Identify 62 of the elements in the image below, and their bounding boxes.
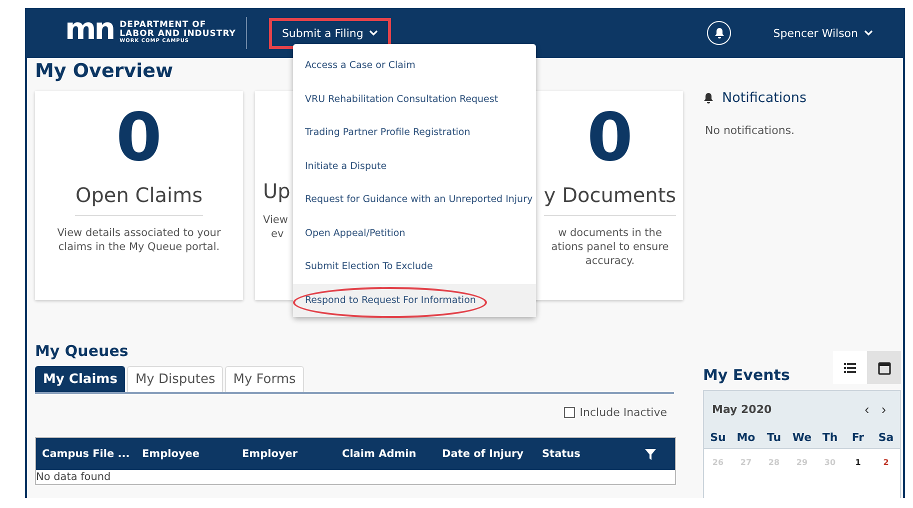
menu-item[interactable]: Initiate a Dispute bbox=[293, 150, 536, 183]
calendar-day[interactable]: 1 bbox=[844, 449, 872, 476]
column-header: Date of Injury bbox=[442, 448, 525, 460]
card-description: ations panel to ensure bbox=[551, 240, 669, 254]
menu-item[interactable]: Respond to Request For Information bbox=[293, 284, 536, 317]
column-header: Claim Admin bbox=[342, 448, 418, 460]
weekday-label: Fr bbox=[844, 427, 872, 449]
next-month-button[interactable]: › bbox=[875, 401, 892, 417]
empty-message: No data found bbox=[36, 470, 675, 484]
weekday-label: Sa bbox=[872, 427, 900, 449]
weekday-label: Mo bbox=[732, 427, 760, 449]
menu-item[interactable]: Submit Election To Exclude bbox=[293, 250, 536, 284]
menu-item[interactable]: Open Appeal/Petition bbox=[293, 216, 536, 250]
bell-icon bbox=[703, 92, 714, 104]
tab[interactable]: My Forms bbox=[225, 366, 304, 392]
column-header: Status bbox=[542, 448, 582, 460]
calendar-month: May 2020 bbox=[712, 402, 772, 416]
card-description: View details associated to your bbox=[57, 226, 221, 240]
card-title: y Documents bbox=[544, 183, 676, 216]
user-menu[interactable]: Spencer Wilson bbox=[773, 26, 873, 40]
card-title: Up bbox=[263, 179, 290, 203]
panel-title: Notifications bbox=[722, 90, 806, 106]
card-description: ev bbox=[270, 227, 284, 241]
card-description: View bbox=[263, 213, 288, 227]
list-icon bbox=[844, 362, 856, 372]
card-description: w documents in the bbox=[558, 226, 662, 240]
tab[interactable]: My Disputes bbox=[127, 366, 224, 392]
logo-mark: mn bbox=[65, 15, 114, 45]
menu-item[interactable]: Access a Case or Claim bbox=[293, 49, 536, 82]
menu-item[interactable]: Trading Partner Profile Registration bbox=[293, 116, 536, 150]
checkbox[interactable] bbox=[564, 407, 575, 418]
calendar-icon bbox=[878, 360, 890, 374]
weekday-label: We bbox=[788, 427, 816, 449]
section-title: My Queues bbox=[35, 342, 130, 360]
page-title: My Overview bbox=[35, 60, 174, 82]
calendar-day[interactable]: 2 bbox=[872, 449, 900, 476]
notification-message: No notifications. bbox=[704, 124, 796, 137]
weekday-label: Su bbox=[704, 427, 732, 449]
menu-item[interactable]: Request for Guidance with an Unreported Injury bbox=[293, 183, 536, 216]
bell-icon[interactable] bbox=[707, 21, 732, 45]
view-toggle[interactable] bbox=[867, 351, 901, 384]
section-title: My Events bbox=[703, 366, 790, 384]
logo-text: LABOR AND INDUSTRY bbox=[120, 30, 236, 40]
menu-item[interactable]: VRU Rehabilitation Consultation Request bbox=[293, 82, 536, 116]
card-count: 0 bbox=[587, 105, 633, 171]
card-count: 0 bbox=[116, 105, 162, 171]
column-header: Employee bbox=[142, 448, 201, 460]
view-toggle[interactable] bbox=[833, 351, 867, 384]
chevron-down-icon bbox=[369, 30, 378, 36]
previous-month-button[interactable]: ‹ bbox=[858, 401, 876, 417]
card-description: accuracy. bbox=[585, 254, 635, 268]
checkbox-label: Include Inactive bbox=[580, 406, 667, 419]
chevron-down-icon bbox=[864, 30, 873, 36]
column-header: Campus File ... bbox=[42, 448, 131, 460]
tab[interactable]: My Claims bbox=[35, 366, 126, 392]
card-title: Open Claims bbox=[75, 183, 202, 216]
weekday-label: Th bbox=[816, 427, 844, 449]
logo-text: DEPARTMENT OF bbox=[120, 21, 206, 30]
column-header: Employer bbox=[242, 448, 299, 460]
card-description: claims in the My Queue portal. bbox=[58, 240, 220, 254]
filter-icon[interactable] bbox=[645, 448, 656, 460]
weekday-label: Tu bbox=[760, 427, 788, 449]
